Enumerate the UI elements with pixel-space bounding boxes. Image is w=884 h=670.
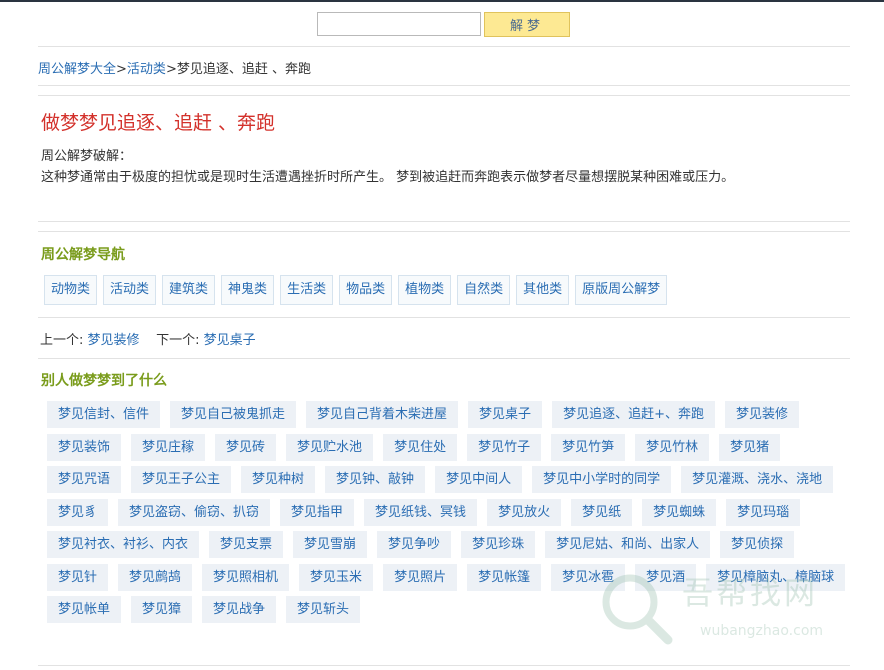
divider	[38, 317, 850, 318]
related-dream-link[interactable]: 梦见钟、敲钟	[325, 466, 426, 493]
nav-item[interactable]: 物品类	[339, 275, 393, 305]
related-dream-link[interactable]: 梦见珍珠	[461, 531, 536, 558]
breadcrumb-category[interactable]: 活动类	[127, 62, 166, 77]
related-dream-link[interactable]: 梦见樟脑丸、樟脑球	[706, 563, 846, 591]
divider	[38, 665, 850, 666]
related-dream-link[interactable]: 梦见贮水池	[286, 433, 374, 461]
related-dreams-list: 梦见信封、信件 梦见自己被鬼抓走 梦见自己背着木柴进屋 梦见桌子 梦见追逐、追赶+、奔跑…	[47, 401, 857, 629]
nav-item[interactable]: 自然类	[457, 275, 511, 305]
related-dream-link[interactable]: 梦见装修	[724, 401, 799, 428]
related-dream-link[interactable]: 梦见豸	[47, 498, 109, 526]
related-dream-link[interactable]: 梦见猪	[719, 433, 781, 461]
category-nav: 动物类 活动类 建筑类 神鬼类 生活类 物品类 植物类 自然类 其他类 原版周公…	[44, 275, 668, 305]
nav-item[interactable]: 建筑类	[162, 275, 216, 305]
related-dream-link[interactable]: 梦见竹笋	[551, 433, 626, 461]
divider	[38, 358, 850, 359]
related-dream-link[interactable]: 梦见灌溉、浇水、浇地	[681, 466, 834, 493]
related-dream-link[interactable]: 梦见蜘蛛	[642, 498, 717, 526]
related-dream-link[interactable]: 梦见侦探	[720, 531, 795, 558]
nav-section-title: 周公解梦导航	[41, 247, 125, 263]
related-dream-link[interactable]: 梦见庄稼	[131, 433, 206, 461]
divider	[38, 231, 850, 232]
interpretation-text: 这种梦通常由于极度的担忧或是现时生活遭遇挫折时所产生。 梦到被追赶而奔跑表示做梦…	[41, 170, 735, 185]
related-dream-link[interactable]: 梦见争吵	[377, 531, 452, 558]
related-dream-link[interactable]: 梦见玉米	[299, 563, 374, 591]
related-dream-link[interactable]: 梦见鹧鸪	[118, 563, 193, 591]
related-dream-link[interactable]: 梦见住处	[383, 433, 458, 461]
divider	[38, 95, 850, 96]
prev-next-links: 上一个: 梦见装修 下一个: 梦见桌子	[40, 329, 256, 348]
related-dream-link[interactable]: 梦见咒语	[47, 466, 122, 493]
related-dream-link[interactable]: 梦见斩头	[286, 596, 361, 623]
related-dream-link[interactable]: 梦见中小学时的同学	[532, 466, 672, 493]
nav-item[interactable]: 植物类	[398, 275, 452, 305]
next-label: 下一个:	[156, 333, 200, 348]
related-dream-link[interactable]: 梦见自己背着木柴进屋	[306, 401, 459, 428]
related-dream-link[interactable]: 梦见衬衣、衬衫、内衣	[47, 531, 200, 558]
related-dream-link[interactable]: 梦见针	[47, 563, 109, 591]
nav-item[interactable]: 生活类	[280, 275, 334, 305]
divider	[38, 46, 850, 47]
related-dream-link[interactable]: 梦见獐	[131, 596, 193, 623]
breadcrumb: 周公解梦大全>活动类>梦见追逐、追赶 、奔跑	[38, 58, 311, 77]
related-dream-link[interactable]: 梦见放火	[487, 498, 562, 526]
related-dream-link[interactable]: 梦见竹林	[635, 433, 710, 461]
related-dream-link[interactable]: 梦见中间人	[435, 466, 523, 493]
divider	[38, 221, 850, 222]
related-dream-link[interactable]: 梦见纸钱、冥钱	[364, 498, 478, 526]
search-input[interactable]	[317, 12, 481, 36]
related-dream-link[interactable]: 梦见玛瑙	[726, 498, 801, 526]
related-dream-link[interactable]: 梦见雪崩	[293, 531, 368, 558]
breadcrumb-separator: >	[165, 62, 177, 77]
others-section-title: 别人做梦梦到了什么	[41, 373, 167, 389]
related-dream-link[interactable]: 梦见照相机	[202, 563, 290, 591]
prev-link[interactable]: 梦见装修	[88, 333, 140, 348]
prev-label: 上一个:	[40, 333, 84, 348]
breadcrumb-separator: >	[116, 62, 127, 77]
related-dream-link[interactable]: 梦见盗窃、偷窃、扒窃	[118, 498, 271, 526]
related-dream-link[interactable]: 梦见王子公主	[131, 466, 232, 493]
breadcrumb-home[interactable]: 周公解梦大全	[38, 62, 116, 77]
related-dream-link[interactable]: 梦见帐单	[47, 596, 122, 623]
related-dream-link[interactable]: 梦见指甲	[280, 498, 355, 526]
nav-item[interactable]: 活动类	[103, 275, 157, 305]
related-dream-link[interactable]: 梦见冰雹	[551, 563, 626, 591]
related-dream-link[interactable]: 梦见支票	[209, 531, 284, 558]
next-link[interactable]: 梦见桌子	[204, 333, 256, 348]
related-dream-link[interactable]: 梦见追逐、追赶+、奔跑	[552, 401, 715, 428]
related-dream-link[interactable]: 梦见信封、信件	[47, 401, 161, 428]
related-dream-link[interactable]: 梦见砖	[215, 433, 277, 461]
nav-item[interactable]: 动物类	[44, 275, 98, 305]
page-title: 做梦梦见追逐、追赶 、奔跑	[41, 112, 276, 134]
related-dream-link[interactable]: 梦见战争	[202, 596, 277, 623]
related-dream-link[interactable]: 梦见自己被鬼抓走	[170, 401, 297, 428]
related-dream-link[interactable]: 梦见种树	[241, 466, 316, 493]
related-dream-link[interactable]: 梦见纸	[571, 498, 633, 526]
divider	[38, 85, 850, 86]
search-button[interactable]: 解梦	[484, 12, 570, 37]
related-dream-link[interactable]: 梦见装饰	[47, 433, 122, 461]
related-dream-link[interactable]: 梦见桌子	[468, 401, 543, 428]
related-dream-link[interactable]: 梦见尼姑、和尚、出家人	[545, 531, 711, 558]
related-dream-link[interactable]: 梦见帐篷	[467, 563, 542, 591]
related-dream-link[interactable]: 梦见酒	[635, 563, 697, 591]
breadcrumb-current: 梦见追逐、追赶 、奔跑	[176, 62, 311, 77]
nav-item[interactable]: 神鬼类	[221, 275, 275, 305]
nav-item[interactable]: 原版周公解梦	[575, 275, 668, 305]
top-border	[0, 0, 884, 2]
related-dream-link[interactable]: 梦见竹子	[467, 433, 542, 461]
related-dream-link[interactable]: 梦见照片	[383, 563, 458, 591]
interpretation-label: 周公解梦破解：	[41, 149, 133, 164]
nav-item[interactable]: 其他类	[516, 275, 570, 305]
